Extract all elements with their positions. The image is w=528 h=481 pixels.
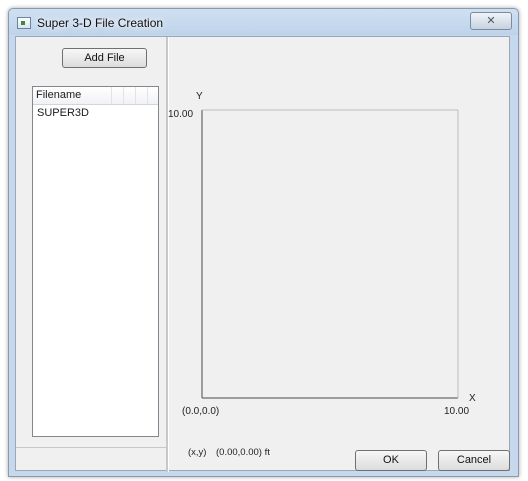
- dialog-client-area: Add File Filename SUPER3D Y X 10.00 10.0…: [15, 36, 510, 472]
- plot-canvas[interactable]: Y X 10.00 10.00 (0.0,0.0): [16, 37, 509, 470]
- y-axis-label: Y: [196, 91, 203, 102]
- coord-readout-value: (0.00,0.00) ft: [216, 447, 270, 458]
- x-max-label: 10.00: [444, 406, 469, 417]
- close-button[interactable]: ✕: [470, 12, 512, 30]
- cancel-button[interactable]: Cancel: [438, 450, 510, 471]
- app-window-icon: [17, 17, 31, 29]
- close-icon: ✕: [486, 15, 496, 27]
- coord-readout-label: (x,y): [188, 447, 207, 458]
- title-bar[interactable]: Super 3-D File Creation ✕: [9, 9, 518, 37]
- ok-button[interactable]: OK: [355, 450, 427, 471]
- window-title: Super 3-D File Creation: [37, 16, 164, 30]
- x-axis-label: X: [469, 393, 476, 404]
- origin-label: (0.0,0.0): [182, 406, 219, 417]
- y-max-label: 10.00: [168, 109, 193, 120]
